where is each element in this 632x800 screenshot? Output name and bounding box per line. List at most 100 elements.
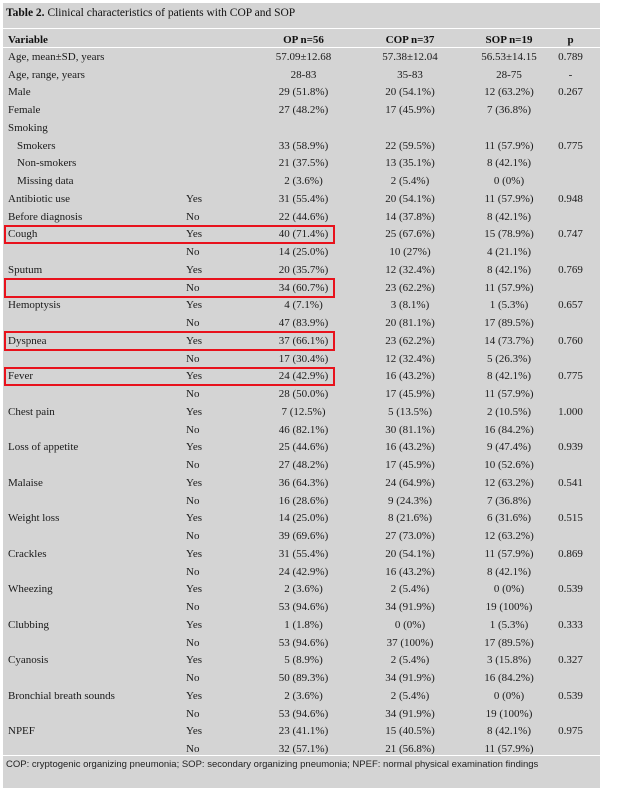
highlight-box <box>4 331 335 351</box>
cell-op: 28-83 <box>290 68 317 81</box>
cell-op: 53 (94.6%) <box>278 636 329 649</box>
cell-op: 4 (7.1%) <box>284 299 323 312</box>
cell-subgroup: Yes <box>186 192 203 205</box>
cell-p-value: 0.333 <box>558 618 583 631</box>
table-number: Table 2. <box>6 7 45 19</box>
cell-p-value: 0.789 <box>558 50 583 63</box>
cell-cop: 27 (73.0%) <box>385 530 435 543</box>
table-row: Female 27 (48.2%) 17 (45.9%) 7 (36.8%) <box>3 101 600 119</box>
cell-cop: 17 (45.9%) <box>385 104 435 117</box>
highlight-box <box>4 224 335 245</box>
cell-cop: 30 (81.1%) <box>385 423 435 436</box>
cell-op: 53 (94.6%) <box>278 601 329 614</box>
cell-variable: Chest pain <box>8 405 55 418</box>
cell-p-value <box>543 705 598 723</box>
cell-p-value: 0.747 <box>558 228 583 241</box>
table-row: Smoking <box>3 119 600 137</box>
cell-op: 29 (51.8%) <box>278 86 329 99</box>
cell-cop: 10 (27%) <box>389 246 431 259</box>
cell-cop: 25 (67.6%) <box>385 228 435 241</box>
cell-p-value <box>543 350 598 368</box>
cell-variable: Hemoptysis <box>8 299 61 312</box>
cell-p-value: 0.775 <box>558 370 583 383</box>
cell-variable: Male <box>8 86 31 99</box>
cell-op: 25 (44.6%) <box>278 441 329 454</box>
cell-variable: Wheezing <box>8 583 53 596</box>
cell-cop: 8 (21.6%) <box>388 512 432 525</box>
cell-op: 21 (37.5%) <box>278 157 329 170</box>
cell-p-value: - <box>568 68 573 81</box>
cell-cop: 20 (81.1%) <box>385 317 435 330</box>
table-row: No 50 (89.3%) 34 (91.9%) 16 (84.2%) <box>3 669 600 687</box>
rule-bottom <box>3 755 600 757</box>
cell-cop: 2 (5.4%) <box>390 175 430 188</box>
cell-variable: Loss of appetite <box>8 441 79 454</box>
cell-subgroup: No <box>186 246 200 259</box>
table-row: No 17 (30.4%) 12 (32.4%) 5 (26.3%) <box>3 350 600 368</box>
table-row: No 53 (94.6%) 37 (100%) 17 (89.5%) <box>3 634 600 652</box>
cell-p-value <box>543 208 598 226</box>
cell-op: 57.09±12.68 <box>275 50 332 63</box>
cell-cop: 17 (45.9%) <box>385 459 435 472</box>
cell-variable: Bronchial breath sounds <box>8 689 115 702</box>
cell-p-value: 0.541 <box>558 476 583 489</box>
cell-op: 36 (64.3%) <box>278 476 329 489</box>
highlight-box <box>4 366 335 387</box>
cell-variable: Before diagnosis <box>8 210 83 223</box>
table-row: No 53 (94.6%) 34 (91.9%) 19 (100%) <box>3 705 600 723</box>
table-title: Table 2. Clinical characteristics of pat… <box>6 7 295 19</box>
cell-subgroup: Yes <box>186 618 203 631</box>
cell-subgroup: No <box>186 352 200 365</box>
cell-p-value: 0.869 <box>558 547 583 560</box>
table-row: Age, mean±SD, years 57.09±12.68 57.38±12.0… <box>3 48 600 66</box>
cell-op: 1 (1.8%) <box>284 618 323 631</box>
cell-op: 22 (44.6%) <box>278 210 329 223</box>
cell-variable: Antibiotic use <box>8 192 71 205</box>
cell-cop: 2 (5.4%) <box>390 689 430 702</box>
cell-variable: Age, range, years <box>8 68 85 81</box>
cell-p-value <box>543 456 598 474</box>
cell-op: 28 (50.0%) <box>278 388 329 401</box>
cell-subgroup: Yes <box>186 547 203 560</box>
cell-subgroup: No <box>186 423 200 436</box>
table-row: Wheezing Yes 2 (3.6%) 2 (5.4%) 0 (0%) 0.539 <box>3 581 600 599</box>
cell-cop: 12 (32.4%) <box>385 352 435 365</box>
table-row: Hemoptysis Yes 4 (7.1%) 3 (8.1%) 1 (5.3%) 0.6… <box>3 297 600 315</box>
cell-subgroup: No <box>186 636 200 649</box>
cell-cop: 22 (59.5%) <box>385 139 435 152</box>
cell-subgroup: No <box>186 707 200 720</box>
table-row: Before diagnosis No 22 (44.6%) 14 (37.8%) 8 … <box>3 208 600 226</box>
cell-op: 17 (30.4%) <box>278 352 329 365</box>
table-row: NPEF Yes 23 (41.1%) 15 (40.5%) 8 (42.1%) 0.97… <box>3 723 600 741</box>
cell-op: 27 (48.2%) <box>278 459 329 472</box>
table-footnote: COP: cryptogenic organizing pneumonia; S… <box>6 759 539 770</box>
cell-variable: Female <box>8 104 41 117</box>
table-row: No 46 (82.1%) 30 (81.1%) 16 (84.2%) <box>3 421 600 439</box>
cell-subgroup: No <box>186 210 200 223</box>
cell-p-value <box>543 243 598 261</box>
cell-cop: 37 (100%) <box>386 636 434 649</box>
cell-cop: 23 (62.2%) <box>385 281 435 294</box>
table-row: No 14 (25.0%) 10 (27%) 4 (21.1%) <box>3 243 600 261</box>
table-row: Sputum Yes 20 (35.7%) 12 (32.4%) 8 (42.1%) 0.… <box>3 261 600 279</box>
cell-op: 46 (82.1%) <box>278 423 329 436</box>
cell-cop: 5 (13.5%) <box>388 405 432 418</box>
table-row: No 53 (94.6%) 34 (91.9%) 19 (100%) <box>3 598 600 616</box>
cell-p-value <box>543 598 598 616</box>
cell-cop: 34 (91.9%) <box>385 672 435 685</box>
cell-p-value: 0.515 <box>558 512 583 525</box>
cell-subgroup: No <box>186 317 200 330</box>
cell-subgroup: Yes <box>186 405 203 418</box>
cell-p-value: 0.657 <box>558 299 583 312</box>
cell-op: 7 (12.5%) <box>281 405 326 418</box>
cell-variable: NPEF <box>8 725 35 738</box>
cell-subgroup: Yes <box>186 654 203 667</box>
table-row: Crackles Yes 31 (55.4%) 20 (54.1%) 11 (57.9%… <box>3 545 600 563</box>
cell-cop <box>361 119 459 137</box>
table-row: No 39 (69.6%) 27 (73.0%) 12 (63.2%) <box>3 527 600 545</box>
cell-subgroup: No <box>186 530 200 543</box>
cell-op: 2 (3.6%) <box>284 175 323 188</box>
cell-op: 2 (3.6%) <box>284 689 323 702</box>
cell-op: 20 (35.7%) <box>278 263 329 276</box>
table-row: Smokers 33 (58.9%) 22 (59.5%) 11 (57.9%) 0.7… <box>3 137 600 155</box>
